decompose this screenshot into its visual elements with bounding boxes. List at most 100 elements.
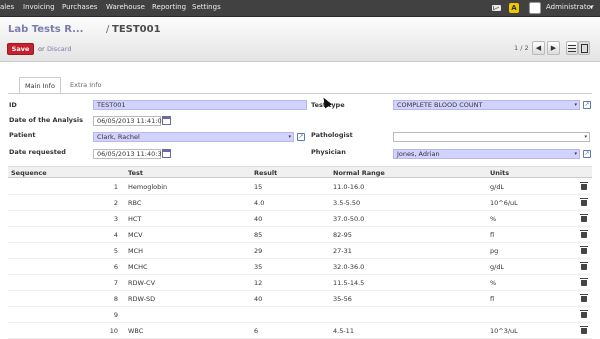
menu-warehouse[interactable]: Warehouse	[106, 3, 145, 11]
menu-invoicing[interactable]: Invoicing	[23, 3, 55, 11]
menu-reporting[interactable]: Reporting	[152, 3, 186, 11]
result-cell: 12	[254, 279, 263, 287]
id-field[interactable]: TEST001	[93, 100, 307, 110]
trash-icon[interactable]	[580, 182, 588, 190]
units-cell: fl	[490, 231, 495, 239]
chevron-down-icon[interactable]: ▾	[584, 133, 587, 141]
units-cell: %	[490, 279, 497, 287]
user-menu[interactable]: Administrator	[546, 3, 594, 11]
discard-link[interactable]: Discard	[47, 45, 71, 53]
trash-icon[interactable]	[580, 310, 588, 318]
units-cell: g/dL	[490, 183, 505, 191]
units-cell: 10^6/uL	[490, 199, 518, 207]
mail-icon[interactable]	[492, 5, 501, 11]
col-normal-range[interactable]: Normal Range	[333, 169, 385, 177]
trash-icon[interactable]	[580, 326, 588, 334]
result-cell: 40	[254, 215, 263, 223]
date-requested-label: Date requested	[9, 148, 66, 156]
result-cell: 4.0	[254, 199, 265, 207]
test-cell: Hemoglobin	[128, 183, 168, 191]
tab-main-info[interactable]: Main Info	[19, 77, 61, 94]
calendar-icon[interactable]	[162, 149, 171, 158]
trash-icon[interactable]	[580, 278, 588, 286]
breadcrumb-separator: /	[106, 24, 110, 35]
col-sequence[interactable]: Sequence	[11, 169, 47, 177]
range-cell: 11.0-16.0	[333, 183, 365, 191]
seq-cell: 8	[113, 295, 118, 303]
table-row[interactable]: 2 RBC 4.0 3.5-5.50 10^6/uL	[8, 195, 592, 211]
trash-icon[interactable]	[580, 214, 588, 222]
seq-cell: 5	[113, 247, 118, 255]
trash-icon[interactable]	[580, 198, 588, 206]
physician-label: Physician	[311, 148, 346, 156]
range-cell: 35-56	[333, 295, 352, 303]
seq-cell: 6	[113, 263, 118, 271]
prev-record-button[interactable]: ◀	[532, 41, 545, 55]
alert-icon[interactable]: A	[509, 3, 519, 13]
trash-icon[interactable]	[580, 230, 588, 238]
chevron-down-icon[interactable]: ▾	[574, 150, 577, 158]
table-row[interactable]: 4 MCV 85 82-95 fl	[8, 227, 592, 243]
table-row[interactable]: 3 HCT 40 37.0-50.0%	[8, 211, 592, 227]
range-cell: 32.0-36.0	[333, 263, 365, 271]
table-row[interactable]: 6 MCHC 35 32.0-36.0 g/dL	[8, 259, 592, 275]
date-analysis-field[interactable]: 06/05/2013 11:41:02	[93, 116, 166, 126]
trash-icon[interactable]	[580, 246, 588, 254]
menu-sales[interactable]: ales	[0, 3, 14, 11]
seq-cell: 10	[109, 327, 118, 335]
table-row[interactable]: 10 WBC 6 4.5-11 10^3/uL	[8, 323, 592, 339]
range-cell: 27-31	[333, 247, 352, 255]
date-requested-field[interactable]: 06/05/2013 11:40:36	[93, 149, 166, 159]
test-cell: RDW-SD	[128, 295, 156, 303]
page-title: TEST001	[112, 24, 161, 35]
table-row[interactable]: 7 RDW-CV 12 11.5-14.5%	[8, 275, 592, 291]
patient-label: Patient	[9, 131, 36, 139]
col-units[interactable]: Units	[490, 169, 509, 177]
col-test[interactable]: Test	[128, 169, 143, 177]
col-result[interactable]: Result	[254, 169, 277, 177]
seq-cell: 3	[113, 215, 118, 223]
tab-extra-info[interactable]: Extra Info	[64, 77, 108, 94]
table-row[interactable]: 9	[8, 307, 592, 323]
test-cell: MCV	[128, 231, 143, 239]
external-link-icon[interactable]: ↗	[297, 133, 305, 141]
table-row[interactable]: 1 Hemoglobin 15 11.0-16.0 g/dL	[8, 179, 592, 195]
result-cell: 6	[254, 327, 259, 335]
seq-cell: 7	[113, 279, 118, 287]
pager-counter[interactable]: 1 / 2	[514, 44, 529, 52]
table-row[interactable]: 5 MCH 29 27-31 pg	[8, 243, 592, 259]
external-link-icon[interactable]: ↗	[583, 150, 591, 158]
next-record-button[interactable]: ▶	[547, 41, 560, 55]
menu-purchases[interactable]: Purchases	[62, 3, 97, 11]
test-cell: RDW-CV	[128, 279, 156, 287]
id-label: ID	[9, 101, 17, 109]
chevron-down-icon[interactable]: ▾	[590, 4, 593, 11]
units-cell: pg	[490, 247, 499, 255]
menu-settings[interactable]: Settings	[192, 3, 221, 11]
list-icon	[568, 45, 576, 52]
save-button[interactable]: Save	[7, 43, 34, 55]
form-header: Lab Tests R... / TEST001	[0, 17, 600, 62]
range-cell: 4.5-11	[333, 327, 354, 335]
avatar[interactable]	[529, 2, 541, 14]
result-cell: 85	[254, 231, 263, 239]
units-cell: 10^3/uL	[490, 327, 518, 335]
test-type-value: COMPLETE BLOOD COUNT	[397, 101, 483, 109]
pathologist-field[interactable]: ▾	[393, 132, 590, 142]
tab-divider	[8, 93, 592, 94]
trash-icon[interactable]	[580, 262, 588, 270]
chevron-down-icon[interactable]: ▾	[574, 101, 577, 109]
calendar-icon[interactable]	[162, 116, 171, 125]
list-view-button[interactable]	[566, 41, 578, 55]
breadcrumb-parent[interactable]: Lab Tests R...	[8, 24, 83, 35]
result-cell: 15	[254, 183, 263, 191]
chevron-down-icon[interactable]: ▾	[288, 133, 291, 141]
physician-field[interactable]: Jones, Adrian ▾	[393, 149, 580, 159]
patient-field[interactable]: Clark, Rachel ▾	[93, 132, 294, 142]
external-link-icon[interactable]: ↗	[583, 101, 591, 109]
form-view-button[interactable]	[578, 41, 590, 55]
table-row[interactable]: 8 RDW-SD 40 35-56 fl	[8, 291, 592, 307]
trash-icon[interactable]	[580, 294, 588, 302]
test-cell: MCH	[128, 247, 144, 255]
test-type-field[interactable]: COMPLETE BLOOD COUNT ▾	[393, 100, 580, 110]
